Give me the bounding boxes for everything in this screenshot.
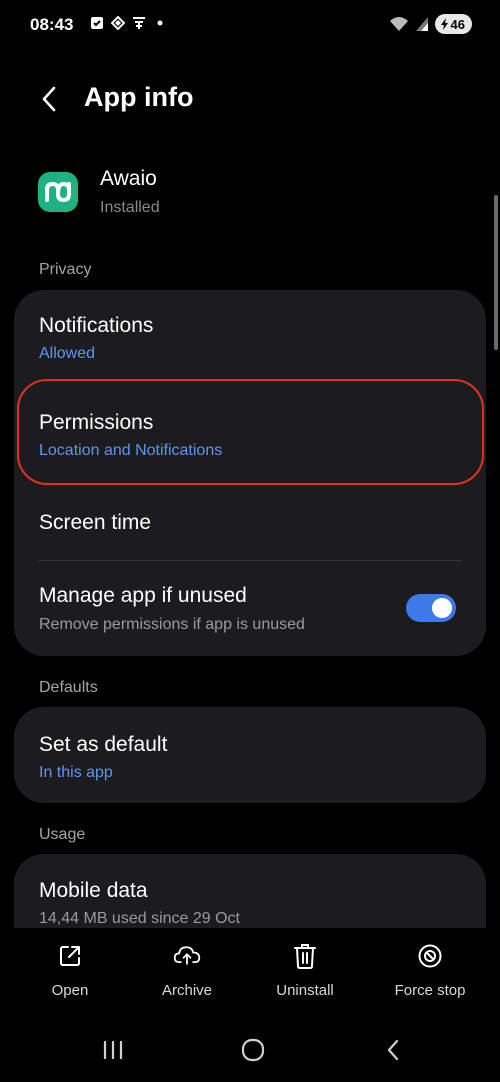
open-external-icon <box>56 942 84 970</box>
charging-bolt-icon <box>440 18 448 30</box>
signal-icon <box>415 17 428 31</box>
system-icons: 46 <box>389 14 472 34</box>
set-as-default-title: Set as default <box>39 733 168 756</box>
back-icon <box>387 1039 399 1061</box>
notifications-item[interactable]: Notifications Allowed <box>14 290 486 380</box>
scrollbar[interactable] <box>494 195 498 350</box>
archive-button[interactable]: Archive <box>132 928 242 1010</box>
mobile-data-subtitle: 14,44 MB used since 29 Oct <box>39 910 240 927</box>
chevron-left-icon <box>42 86 56 112</box>
force-stop-label: Force stop <box>394 982 466 999</box>
section-label-defaults: Defaults <box>39 679 98 696</box>
screen-time-title: Screen time <box>39 511 152 534</box>
mobile-data-title: Mobile data <box>39 879 148 902</box>
archive-label: Archive <box>161 982 213 999</box>
recent-apps-icon <box>103 1040 123 1060</box>
open-label: Open <box>51 982 89 999</box>
app-install-status: Installed <box>100 199 160 216</box>
app-logo-icon <box>38 172 78 212</box>
permissions-highlight-outline <box>17 379 484 485</box>
section-label-usage: Usage <box>39 826 86 843</box>
manage-app-if-unused-subtitle: Remove permissions if app is unused <box>39 616 305 633</box>
recent-apps-button[interactable] <box>93 1034 133 1066</box>
status-bar: 08:43 46 <box>0 0 500 52</box>
app-name: Awaio <box>100 167 157 190</box>
notification-icons <box>90 16 167 30</box>
page-title: App info <box>84 82 194 112</box>
stop-icon <box>416 942 444 970</box>
back-nav-button[interactable] <box>373 1034 413 1066</box>
tray-icon <box>133 17 145 29</box>
open-button[interactable]: Open <box>15 928 125 1010</box>
app-summary: Awaio Installed <box>38 162 468 222</box>
uninstall-label: Uninstall <box>276 982 334 999</box>
manage-app-if-unused-toggle[interactable] <box>406 594 456 622</box>
set-as-default-subtitle: In this app <box>39 764 113 781</box>
toggle-knob <box>432 598 452 618</box>
notifications-title: Notifications <box>39 314 154 337</box>
status-time: 08:43 <box>30 15 74 34</box>
uninstall-button[interactable]: Uninstall <box>250 928 360 1010</box>
home-button[interactable] <box>233 1034 273 1066</box>
home-icon <box>241 1038 265 1062</box>
diamond-icon <box>111 16 125 30</box>
manage-app-if-unused-item[interactable]: Manage app if unused Remove permissions … <box>14 561 486 656</box>
trash-icon <box>291 942 319 970</box>
battery-level: 46 <box>450 16 465 32</box>
dot-icon <box>157 20 163 26</box>
checkbox-icon <box>91 17 103 29</box>
system-navigation-bar <box>0 1020 500 1082</box>
screen-time-item[interactable]: Screen time <box>14 480 486 560</box>
battery-icon: 46 <box>434 14 472 34</box>
app-bar: App info <box>0 78 500 122</box>
force-stop-button[interactable]: Force stop <box>375 928 485 1010</box>
bottom-action-bar: Open Archive Uninstall Force stop <box>0 928 500 1010</box>
defaults-card: Set as default In this app <box>14 707 486 803</box>
cloud-upload-icon <box>173 942 201 970</box>
section-label-privacy: Privacy <box>39 261 92 278</box>
manage-app-if-unused-title: Manage app if unused <box>39 584 247 607</box>
notifications-subtitle: Allowed <box>39 345 96 362</box>
back-button[interactable] <box>32 82 66 116</box>
set-as-default-item[interactable]: Set as default In this app <box>14 707 486 803</box>
wifi-icon <box>389 17 408 31</box>
